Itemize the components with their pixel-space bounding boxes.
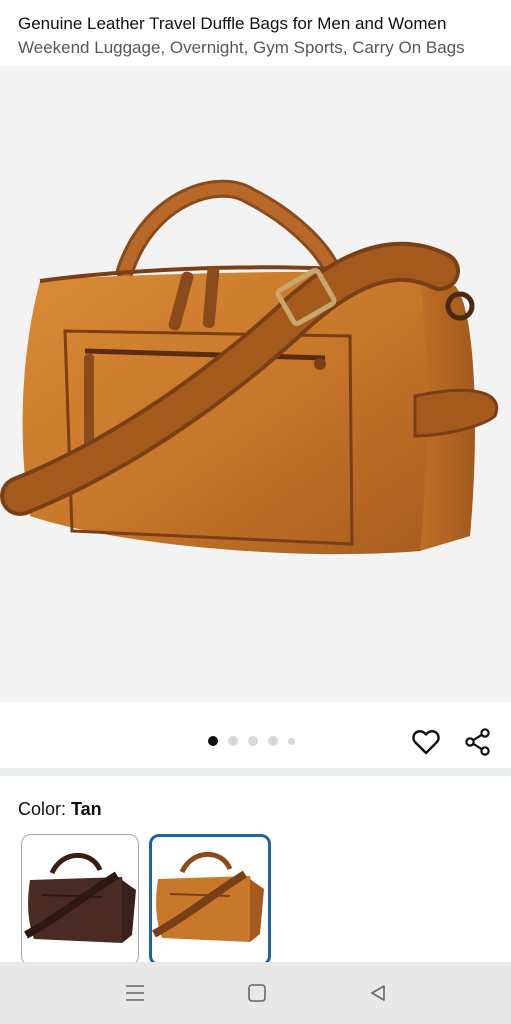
dark-brown-bag-thumbnail <box>24 852 136 943</box>
section-divider <box>0 768 511 776</box>
product-page: Genuine Leather Travel Duffle Bags for M… <box>0 0 511 1024</box>
back-icon[interactable] <box>366 981 390 1005</box>
product-subtitle: Weekend Luggage, Overnight, Gym Sports, … <box>18 38 465 57</box>
pagination-dot[interactable] <box>208 736 218 746</box>
selected-color-name: Tan <box>71 799 102 819</box>
product-header: Genuine Leather Travel Duffle Bags for M… <box>18 12 498 60</box>
product-image[interactable] <box>0 66 511 702</box>
menu-icon[interactable] <box>123 981 147 1005</box>
home-icon[interactable] <box>245 981 269 1005</box>
color-selection: Color: Tan <box>18 797 102 821</box>
share-icon[interactable] <box>462 726 494 758</box>
pagination-dot[interactable] <box>288 737 295 745</box>
duffle-bag-image <box>0 179 499 555</box>
pagination-dot[interactable] <box>228 736 238 746</box>
color-label: Color: <box>18 799 72 819</box>
tan-bag-thumbnail <box>152 851 264 942</box>
pagination-dot[interactable] <box>248 736 258 746</box>
image-pagination[interactable] <box>208 736 295 746</box>
pagination-dot[interactable] <box>268 736 278 746</box>
system-navigation-bar <box>0 962 511 1024</box>
color-swatch-tan[interactable] <box>149 834 271 966</box>
product-title: Genuine Leather Travel Duffle Bags for M… <box>18 14 447 33</box>
color-swatch-dark-brown[interactable] <box>21 834 139 966</box>
heart-icon[interactable] <box>410 726 442 758</box>
